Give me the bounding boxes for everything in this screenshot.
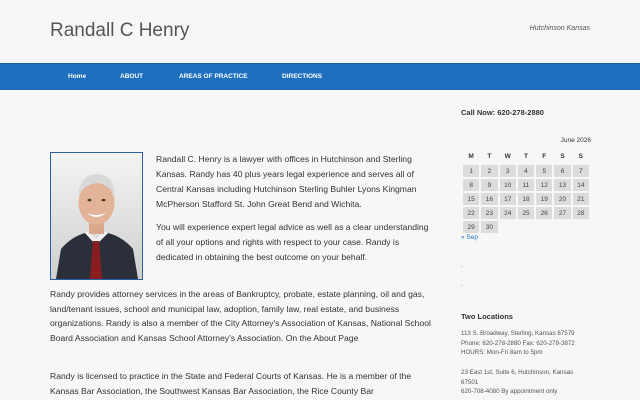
calendar-day: 3 [499, 165, 516, 177]
attorney-portrait [50, 152, 143, 280]
location-hutchinson: 23 East 1st, Suite 6, Hutchinson, Kansas… [461, 368, 573, 397]
calendar-day: 2 [481, 165, 498, 177]
advice-paragraph: You will experience expert legal advice … [156, 222, 429, 262]
call-now[interactable]: Call Now: 620-278-2880 [461, 108, 544, 117]
calendar-day: 28 [572, 207, 589, 219]
sidebar-bullet: . [461, 263, 463, 269]
calendar-day: 19 [536, 193, 553, 205]
calendar-day: 16 [481, 193, 498, 205]
calendar-caption: June 2026 [560, 137, 591, 144]
location-line: 620-708-4080 By appointment only [461, 388, 558, 395]
nav-item-about[interactable]: ABOUT [120, 64, 143, 90]
license-paragraph: Randy is licensed to practice in the Sta… [50, 371, 412, 396]
calendar-day: 11 [517, 179, 535, 191]
calendar-week: 1 2 3 4 5 6 7 [463, 165, 589, 177]
calendar-day: 6 [554, 165, 571, 177]
portrait-image [51, 153, 142, 279]
nav-item-directions[interactable]: DIRECTIONS [282, 64, 322, 90]
weekday: S [578, 153, 584, 160]
calendar-table: M T W T F S S 1 2 3 4 5 6 7 8 9 10 11 12… [461, 148, 591, 235]
location-line: 113 S. Broadway, Sterling, Kansas 67579 [461, 330, 575, 337]
calendar-day: 9 [481, 179, 498, 191]
calendar-day: 29 [463, 221, 480, 233]
location-line: Phone: 620-278-2880 Fax: 620-278-3872 [461, 339, 575, 347]
calendar-day: 4 [517, 165, 535, 177]
weekday: T [523, 153, 528, 160]
services-paragraph: Randy provides attorney services in the … [50, 289, 431, 343]
calendar-day: 12 [536, 179, 553, 191]
locations-title: Two Locations [461, 312, 513, 321]
calendar-day-empty [536, 221, 552, 233]
calendar-day: 30 [481, 221, 498, 233]
calendar-day-empty [554, 221, 570, 233]
site-title[interactable]: Randall C Henry [50, 20, 189, 42]
calendar-day: 8 [463, 179, 480, 191]
calendar-day: 13 [554, 179, 571, 191]
weekday: T [487, 153, 492, 160]
calendar-widget: June 2026 M T W T F S S 1 2 3 4 5 6 7 8 … [461, 137, 591, 235]
calendar-prev-link[interactable]: « Sep [461, 234, 478, 241]
weekday: M [468, 153, 474, 160]
intro-paragraph: Randall C. Henry is a lawyer with office… [156, 154, 417, 209]
calendar-weekdays: M T W T F S S [463, 150, 589, 163]
calendar-day: 7 [572, 165, 589, 177]
calendar-day: 27 [554, 207, 571, 219]
weekday: F [542, 153, 547, 160]
site-header: Randall C Henry Hutchinson Kansas [0, 0, 640, 63]
weekday: W [504, 153, 511, 160]
calendar-day-empty [500, 221, 516, 233]
calendar-day: 1 [463, 165, 480, 177]
calendar-day: 14 [572, 179, 589, 191]
calendar-day: 26 [536, 207, 553, 219]
calendar-day: 22 [463, 207, 480, 219]
calendar-day: 24 [499, 207, 516, 219]
calendar-week: 8 9 10 11 12 13 14 [463, 179, 589, 191]
location-line: 67501 [461, 378, 479, 386]
sidebar-bullet: . [461, 282, 463, 288]
calendar-day: 5 [536, 165, 553, 177]
calendar-day: 20 [554, 193, 571, 205]
site-tagline: Hutchinson Kansas [529, 25, 590, 32]
weekday: S [560, 153, 565, 160]
calendar-week: 29 30 [463, 221, 589, 233]
nav-item-home[interactable]: Home [68, 64, 86, 90]
calendar-day: 10 [499, 179, 516, 191]
calendar-week: 15 16 17 18 19 20 21 [463, 193, 589, 205]
location-line: HOURS: Mon-Fri 8am to 5pm [461, 349, 543, 356]
location-line: 23 East 1st, Suite 6, Hutchinson, Kansas [461, 369, 574, 376]
main-nav: Home ABOUT AREAS OF PRACTICE DIRECTIONS [0, 63, 640, 90]
nav-item-areas-of-practice[interactable]: AREAS OF PRACTICE [179, 64, 248, 90]
calendar-day: 18 [517, 193, 535, 205]
location-sterling: 113 S. Broadway, Sterling, Kansas 67579 … [461, 329, 575, 358]
calendar-day-empty [573, 221, 589, 233]
calendar-day: 23 [481, 207, 498, 219]
calendar-day: 17 [499, 193, 516, 205]
calendar-day-empty [518, 221, 534, 233]
calendar-day: 25 [517, 207, 535, 219]
calendar-day: 21 [572, 193, 589, 205]
calendar-day: 15 [463, 193, 480, 205]
calendar-week: 22 23 24 25 26 27 28 [463, 207, 589, 219]
